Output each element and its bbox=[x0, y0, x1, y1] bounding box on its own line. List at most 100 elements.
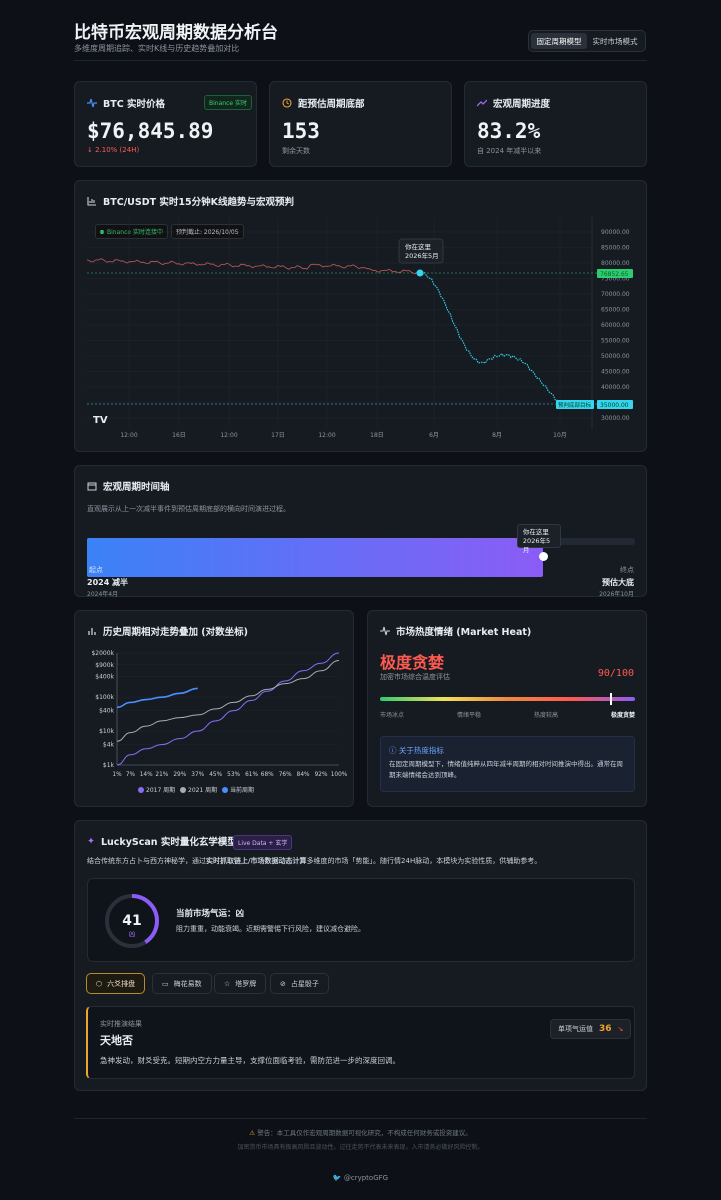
x-axis-label: 8月 bbox=[492, 432, 502, 439]
info-title: ⓘ 关于热度指标 bbox=[389, 746, 444, 755]
history-chart[interactable]: $2000k $900k $400k $100k $40k $10k $4k $1k 1% 7% 1… bbox=[81, 643, 349, 803]
footer-warning: ⚠ 警告：本工具仅作宏观周期数据可视化研究，不构成任何财务或投资建议。 bbox=[0, 1127, 721, 1137]
y-axis-label: 30000.00 bbox=[601, 415, 630, 422]
x-axis-label: 17日 bbox=[271, 432, 285, 439]
kline-card: BTC/USDT 实时15分钟K线趋势与宏观预判 Binance 实时连接中 预… bbox=[74, 180, 647, 452]
pulse-icon bbox=[87, 98, 97, 108]
mode-live-button[interactable]: 实时市场模式 bbox=[587, 33, 643, 49]
tab-tarot[interactable]: ☆ 塔罗牌 bbox=[214, 973, 267, 994]
start-label: 2024 减半 bbox=[87, 578, 129, 587]
result-label: 实时推演结果 bbox=[100, 1020, 142, 1028]
page-subtitle: 多维度周期追踪、实时K线与历史趋势叠加对比 bbox=[74, 44, 240, 53]
chart-icon bbox=[87, 197, 96, 206]
stat-label: 宏观周期进度 bbox=[493, 99, 551, 110]
intro-text: 多维度的市场「势能」。随行情24H脉动，本模块为实验性质，供辅助参考。 bbox=[306, 857, 542, 865]
hexagon-icon: ⬡ bbox=[96, 979, 103, 988]
scale-label: 热度较高 bbox=[533, 712, 558, 719]
x-tick-label: 37% bbox=[191, 772, 204, 778]
y-axis-label: 55000.00 bbox=[601, 338, 630, 345]
heat-marker bbox=[609, 693, 612, 705]
mode-fixed-button[interactable]: 固定周期模型 bbox=[531, 33, 587, 49]
history-card: 历史周期相对走势叠加 (对数坐标) $2000k $900k $400k $100k $… bbox=[74, 610, 354, 807]
tab-liuyao[interactable]: ⬡ 六爻排盘 bbox=[86, 973, 146, 994]
tab-meihua[interactable]: ▭ 梅花易数 bbox=[152, 973, 212, 994]
x-tick-label: 53% bbox=[227, 772, 240, 778]
trend-down-icon: ↘ bbox=[617, 1025, 624, 1033]
scale-label: 极度贪婪 bbox=[610, 712, 635, 719]
tooltip-title: 你在这里 bbox=[522, 528, 549, 536]
star-icon: ☆ bbox=[224, 979, 231, 988]
fortune-label: 当前市场气运：凶 bbox=[176, 909, 245, 919]
scale-label: 情绪平稳 bbox=[456, 712, 481, 719]
y-tick-label: $100k bbox=[95, 694, 114, 701]
single-fortune-badge: 单项气运值 36 ↘ bbox=[550, 1019, 632, 1039]
heat-scale: 市场冰点 情绪平稳 热度较高 极度贪婪 bbox=[380, 710, 635, 719]
price-tag-text: 76852.65 bbox=[600, 271, 629, 278]
stat-card-progress: 宏观周期进度 83.2% 自 2024 年减半以来 bbox=[464, 81, 647, 167]
kline-chart[interactable]: 90000.0085000.0080000.0075000.0070000.00… bbox=[87, 217, 635, 445]
y-axis-label: 50000.00 bbox=[601, 353, 630, 360]
heat-desc: 加密市场综合温度评估 bbox=[380, 673, 450, 681]
heat-info-box: ⓘ 关于热度指标 在固定周期模型下，情绪值纯粹从四年减半周期的相对时间推演中得出… bbox=[380, 736, 635, 792]
y-tick-label: $900k bbox=[95, 662, 114, 669]
price-change: ↓ 2.10% (24H) bbox=[87, 146, 140, 154]
stat-value: 83.2% bbox=[477, 119, 541, 143]
marker-title: 你在这里 bbox=[405, 242, 432, 251]
end-tag: 终点 bbox=[620, 566, 634, 574]
timeline-title: 宏观周期时间轴 bbox=[103, 482, 170, 493]
page-title: 比特币宏观周期数据分析台 bbox=[74, 23, 278, 43]
link-icon: ⊘ bbox=[280, 979, 286, 988]
marker-date: 2026年5月 bbox=[405, 251, 439, 260]
x-tick-label: 21% bbox=[155, 772, 168, 778]
intro-highlight: 实时抓取链上/市场数据动态计算 bbox=[206, 857, 307, 865]
tab-astro-dice[interactable]: ⊘ 占星骰子 bbox=[270, 973, 329, 994]
price-change-text: 2.10% (24H) bbox=[95, 146, 140, 154]
lucky-intro: 结合传统东方占卜与西方神秘学，通过实时抓取链上/市场数据动态计算多维度的市场「势… bbox=[87, 856, 541, 866]
single-label: 单项气运值 bbox=[558, 1025, 593, 1033]
header-divider bbox=[74, 60, 647, 61]
twitter-icon: 🐦 bbox=[332, 1174, 342, 1182]
bar-chart-icon bbox=[88, 628, 96, 635]
series-line bbox=[116, 660, 340, 742]
stat-note: 自 2024 年减半以来 bbox=[477, 147, 542, 155]
lucky-badge: Live Data + 玄学 bbox=[233, 835, 293, 850]
fortune-ring: 41 凶 bbox=[105, 894, 159, 948]
fortune-desc: 阻力重重，动能衰竭。近期需警惕下行风险，建议减仓避险。 bbox=[176, 925, 365, 933]
target-tag-text: 预判底部目标 bbox=[558, 401, 592, 409]
timeline-tooltip: 你在这里 2026年5月 bbox=[516, 524, 561, 554]
y-tick-label: $400k bbox=[95, 674, 114, 681]
footer-handle[interactable]: 🐦 @cryptoGFG bbox=[0, 1174, 721, 1182]
mode-switch: 固定周期模型 实时市场模式 bbox=[528, 30, 646, 52]
heat-gauge bbox=[380, 697, 635, 701]
stat-label: 距预估周期底部 bbox=[298, 99, 365, 110]
y-tick-label: $4k bbox=[103, 742, 115, 749]
scale-label: 市场冰点 bbox=[380, 712, 405, 719]
footer-divider bbox=[74, 1118, 647, 1119]
y-tick-label: $10k bbox=[99, 728, 114, 735]
tab-label: 六爻排盘 bbox=[107, 979, 136, 988]
y-axis-label: 45000.00 bbox=[601, 369, 630, 376]
history-title: 历史周期相对走势叠加 (对数坐标) bbox=[103, 627, 248, 638]
y-axis-label: 40000.00 bbox=[601, 384, 630, 391]
series-line bbox=[116, 652, 340, 766]
heat-title: 市场热度情绪 (Market Heat) bbox=[396, 627, 532, 638]
stat-value: 153 bbox=[282, 119, 320, 143]
stat-note: 剩余天数 bbox=[282, 147, 310, 155]
legend-label: 2017 周期 bbox=[146, 786, 175, 794]
heat-score: 90/100 bbox=[597, 668, 634, 679]
activity-icon bbox=[380, 626, 390, 636]
calendar-icon bbox=[87, 482, 97, 491]
series-line bbox=[116, 687, 198, 709]
kline-title: BTC/USDT 实时15分钟K线趋势与宏观预判 bbox=[103, 197, 294, 208]
legend-swatch bbox=[180, 787, 186, 793]
handle-text: @cryptoGFG bbox=[343, 1174, 389, 1182]
x-axis-label: 12:00 bbox=[318, 432, 335, 439]
x-axis-label: 12:00 bbox=[220, 432, 237, 439]
stat-card-bottom: 距预估周期底部 153 剩余天数 bbox=[269, 81, 452, 167]
y-axis-label: 85000.00 bbox=[601, 245, 630, 252]
y-axis-label: 65000.00 bbox=[601, 307, 630, 314]
y-tick-label: $2000k bbox=[91, 650, 114, 657]
lucky-title: LuckyScan 实时量化玄学模型 bbox=[100, 837, 237, 848]
forecast-line bbox=[419, 271, 561, 405]
timeline-desc: 直观展示从上一次减半事件到预估周期底部的横向时间演进过程。 bbox=[87, 505, 290, 513]
